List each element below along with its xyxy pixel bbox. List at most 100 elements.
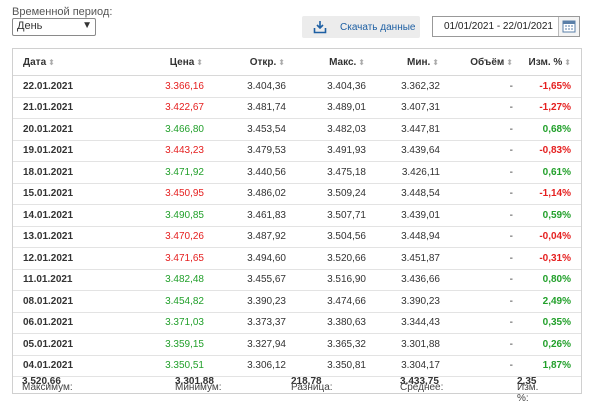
cell-high: 3.474,66 xyxy=(286,290,366,313)
col-header-change[interactable]: Изм. % ⬍ xyxy=(513,49,581,76)
cell-volume: - xyxy=(440,97,513,119)
cell-low: 3.439,64 xyxy=(366,140,440,162)
historical-data-table: Дата ⬍ Цена ⬍ Откр. ⬍ Макс. ⬍ Мин. ⬍ Объём ⬍ И… xyxy=(12,48,582,394)
cell-volume: - xyxy=(440,312,513,334)
table-row: 14.01.2021 3.490,85 3.461,83 3.507,71 3.439,… xyxy=(13,204,581,227)
download-data-button[interactable]: Скачать данные xyxy=(302,16,420,38)
table-row: 12.01.2021 3.471,65 3.494,60 3.520,66 3.451,… xyxy=(13,247,581,270)
cell-low: 3.436,66 xyxy=(366,269,440,291)
table-header-row: Дата ⬍ Цена ⬍ Откр. ⬍ Макс. ⬍ Мин. ⬍ Объём ⬍ И… xyxy=(13,49,581,76)
cell-high: 3.504,56 xyxy=(286,226,366,248)
cell-volume: - xyxy=(440,140,513,162)
cell-change: -0,31% xyxy=(513,247,581,270)
cell-date: 12.01.2021 xyxy=(13,247,116,270)
cell-low: 3.451,87 xyxy=(366,247,440,270)
cell-price: 3.471,65 xyxy=(116,247,204,270)
cell-change: 0,68% xyxy=(513,118,581,141)
table-row: 18.01.2021 3.471,92 3.440,56 3.475,18 3.426,… xyxy=(13,161,581,184)
cell-change: 0,80% xyxy=(513,269,581,291)
cell-change: -1,65% xyxy=(513,75,581,98)
col-header-volume[interactable]: Объём ⬍ xyxy=(440,49,513,76)
download-data-label: Скачать данные xyxy=(340,22,416,33)
cell-change: 0,35% xyxy=(513,312,581,334)
cell-price: 3.359,15 xyxy=(116,333,204,356)
cell-open: 3.390,23 xyxy=(204,290,286,313)
cell-volume: - xyxy=(440,247,513,270)
cell-price: 3.422,67 xyxy=(116,97,204,119)
cell-date: 19.01.2021 xyxy=(13,140,116,162)
cell-open: 3.461,83 xyxy=(204,204,286,227)
table-row: 06.01.2021 3.371,03 3.373,37 3.380,63 3.344,… xyxy=(13,312,581,334)
cell-volume: - xyxy=(440,269,513,291)
cell-change: -0,83% xyxy=(513,140,581,162)
cell-date: 15.01.2021 xyxy=(13,183,116,205)
cell-high: 3.489,01 xyxy=(286,97,366,119)
cell-change: -0,04% xyxy=(513,226,581,248)
cell-high: 3.404,36 xyxy=(286,75,366,98)
calendar-icon[interactable] xyxy=(558,17,579,36)
table-row: 20.01.2021 3.466,80 3.453,54 3.482,03 3.447,… xyxy=(13,118,581,141)
cell-volume: - xyxy=(440,118,513,141)
summary-average: Среднее: 3.433,75 xyxy=(400,376,444,393)
cell-volume: - xyxy=(440,183,513,205)
table-row: 22.01.2021 3.366,16 3.404,36 3.404,36 3.362,… xyxy=(13,75,581,98)
col-header-high[interactable]: Макс. ⬍ xyxy=(286,49,366,76)
cell-price: 3.470,26 xyxy=(116,226,204,248)
cell-low: 3.344,43 xyxy=(366,312,440,334)
cell-price: 3.366,16 xyxy=(116,75,204,98)
summary-min: Минимум: 3.301,88 xyxy=(175,376,222,393)
table-row: 19.01.2021 3.443,23 3.479,53 3.491,93 3.439,… xyxy=(13,140,581,162)
cell-low: 3.362,32 xyxy=(366,75,440,98)
cell-volume: - xyxy=(440,290,513,313)
cell-date: 14.01.2021 xyxy=(13,204,116,227)
cell-low: 3.448,54 xyxy=(366,183,440,205)
cell-date: 08.01.2021 xyxy=(13,290,116,313)
cell-low: 3.447,81 xyxy=(366,118,440,141)
summary-max: Максимум: 3.520,66 xyxy=(22,376,73,393)
cell-change: 0,26% xyxy=(513,333,581,356)
cell-volume: - xyxy=(440,204,513,227)
cell-low: 3.448,94 xyxy=(366,226,440,248)
col-header-date[interactable]: Дата ⬍ xyxy=(13,49,116,76)
cell-open: 3.486,02 xyxy=(204,183,286,205)
cell-low: 3.407,31 xyxy=(366,97,440,119)
cell-change: -1,14% xyxy=(513,183,581,205)
cell-volume: - xyxy=(440,75,513,98)
cell-date: 20.01.2021 xyxy=(13,118,116,141)
cell-price: 3.471,92 xyxy=(116,161,204,184)
download-icon xyxy=(313,21,327,34)
period-selected-value: День xyxy=(17,20,43,32)
cell-date: 22.01.2021 xyxy=(13,75,116,98)
cell-open: 3.494,60 xyxy=(204,247,286,270)
table-row: 05.01.2021 3.359,15 3.327,94 3.365,32 3.301,… xyxy=(13,333,581,356)
cell-open: 3.373,37 xyxy=(204,312,286,334)
cell-high: 3.520,66 xyxy=(286,247,366,270)
cell-price: 3.490,85 xyxy=(116,204,204,227)
date-range-picker[interactable]: 01/01/2021 - 22/01/2021 xyxy=(432,16,580,37)
cell-low: 3.426,11 xyxy=(366,161,440,184)
col-header-price[interactable]: Цена ⬍ xyxy=(116,49,204,76)
cell-price: 3.450,95 xyxy=(116,183,204,205)
cell-high: 3.491,93 xyxy=(286,140,366,162)
cell-date: 18.01.2021 xyxy=(13,161,116,184)
cell-high: 3.516,90 xyxy=(286,269,366,291)
cell-change: 0,61% xyxy=(513,161,581,184)
cell-volume: - xyxy=(440,226,513,248)
cell-low: 3.439,01 xyxy=(366,204,440,227)
period-select[interactable]: День ▼ xyxy=(12,18,96,36)
table-row: 15.01.2021 3.450,95 3.486,02 3.509,24 3.448,… xyxy=(13,183,581,205)
cell-high: 3.475,18 xyxy=(286,161,366,184)
cell-open: 3.481,74 xyxy=(204,97,286,119)
table-row: 21.01.2021 3.422,67 3.481,74 3.489,01 3.407,… xyxy=(13,97,581,119)
cell-open: 3.479,53 xyxy=(204,140,286,162)
cell-open: 3.455,67 xyxy=(204,269,286,291)
cell-date: 21.01.2021 xyxy=(13,97,116,119)
period-label: Временной период: xyxy=(12,6,113,18)
table-row: 11.01.2021 3.482,48 3.455,67 3.516,90 3.436,… xyxy=(13,269,581,291)
summary-change: Изм. %: 2,35 xyxy=(517,376,539,404)
cell-date: 05.01.2021 xyxy=(13,333,116,356)
col-header-open[interactable]: Откр. ⬍ xyxy=(204,49,286,76)
col-header-low[interactable]: Мин. ⬍ xyxy=(366,49,440,76)
cell-open: 3.440,56 xyxy=(204,161,286,184)
cell-open: 3.327,94 xyxy=(204,333,286,356)
